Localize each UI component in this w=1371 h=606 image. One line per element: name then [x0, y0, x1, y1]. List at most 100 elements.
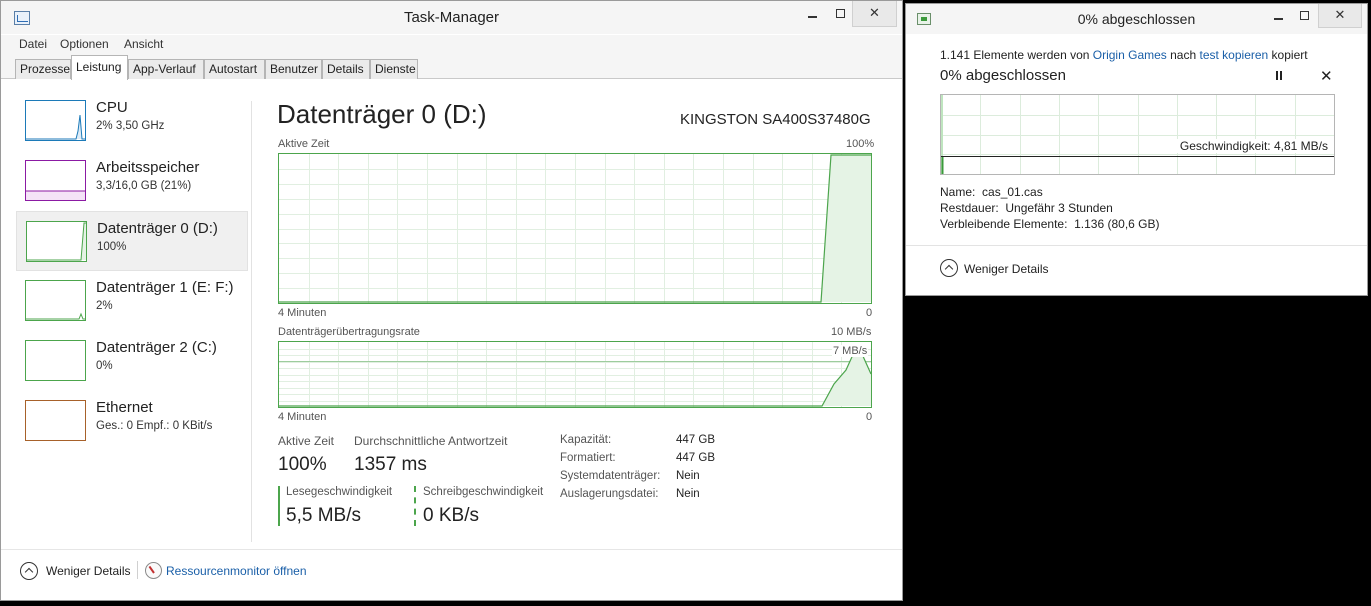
- sidebar-item-ethernet[interactable]: Ethernet Ges.: 0 Empf.: 0 KBit/s: [16, 391, 248, 451]
- source-folder-link[interactable]: Origin Games: [1093, 48, 1167, 62]
- copy-fewer-details-icon[interactable]: [940, 259, 958, 277]
- memory-thumbnail-fill: [26, 191, 85, 200]
- formatted-value: 447 GB: [676, 452, 715, 464]
- menu-datei[interactable]: Datei: [19, 37, 47, 51]
- footer-separator: [137, 561, 138, 579]
- graph1-time-span: 4 Minuten: [278, 307, 327, 319]
- tab-benutzer[interactable]: Benutzer: [265, 59, 322, 79]
- graph2-zero: 0: [866, 411, 873, 423]
- tab-app-verlauf[interactable]: App-Verlauf: [128, 59, 204, 79]
- cancel-copy-icon[interactable]: ✕: [1320, 67, 1333, 85]
- pause-icon[interactable]: [1275, 71, 1284, 81]
- tab-prozesse[interactable]: Prozesse: [15, 59, 71, 79]
- system-disk-label: Systemdatenträger:: [560, 470, 661, 482]
- active-time-value: 100%: [278, 454, 327, 475]
- transfer-rate-graph-svg: [279, 342, 871, 407]
- footer-divider: [1, 549, 902, 550]
- sidebar-item-sub: Ges.: 0 Empf.: 0 KBit/s: [96, 420, 213, 432]
- copy-minimize-button[interactable]: [1266, 4, 1290, 28]
- title-bar[interactable]: Task-Manager ✕: [1, 1, 902, 34]
- system-disk-value: Nein: [676, 470, 700, 482]
- copy-summary: 1.141 Elemente werden von Origin Games n…: [940, 48, 1308, 62]
- response-time-label: Durchschnittliche Antwortzeit: [354, 434, 508, 448]
- sidebar-item-sub: 3,3/16,0 GB (21%): [96, 180, 192, 192]
- active-time-area: [821, 155, 871, 302]
- copy-summary-prefix: 1.141 Elemente werden von: [940, 48, 1093, 62]
- cpu-thumbnail-line: [26, 114, 85, 140]
- tab-autostart[interactable]: Autostart: [204, 59, 265, 79]
- disk-2-thumbnail-graph: [25, 340, 86, 381]
- copy-summary-mid: nach: [1166, 48, 1200, 62]
- sidebar-item-disk-1[interactable]: Datenträger 1 (E: F:) 2%: [16, 271, 248, 331]
- disk-0-thumbnail-line: [27, 222, 86, 261]
- copy-name-label: Name:: [940, 185, 976, 199]
- active-time-label: Aktive Zeit: [278, 434, 335, 448]
- copy-remaining-time-value: Ungefähr 3 Stunden: [1005, 201, 1113, 215]
- tab-leistung[interactable]: Leistung: [71, 55, 128, 80]
- page-title: Datenträger 0 (D:): [277, 99, 487, 129]
- tab-bar: Prozesse Leistung App-Verlauf Autostart …: [1, 55, 902, 80]
- sidebar-item-cpu[interactable]: CPU 2% 3,50 GHz: [16, 91, 248, 151]
- write-speed-value: 0 KB/s: [423, 505, 479, 526]
- sidebar-item-memory[interactable]: Arbeitsspeicher 3,3/16,0 GB (21%): [16, 151, 248, 211]
- fewer-details-icon[interactable]: [20, 562, 38, 580]
- active-time-graph-svg: [279, 154, 871, 303]
- graph2-max: 10 MB/s: [831, 326, 872, 338]
- sidebar-item-disk-0[interactable]: Datenträger 0 (D:) 100%: [16, 211, 248, 271]
- write-speed-label: Schreibgeschwindigkeit: [423, 486, 544, 498]
- sidebar-item-label: CPU: [96, 99, 128, 116]
- copy-speed-graph-svg: [941, 95, 1334, 174]
- copy-close-button[interactable]: ✕: [1318, 4, 1362, 28]
- disk-0-thumbnail-svg: [27, 222, 86, 261]
- graph2-marker-label: 7 MB/s: [832, 345, 869, 357]
- minimize-icon: [807, 15, 817, 18]
- sidebar-item-sub: 100%: [97, 241, 127, 253]
- menu-ansicht[interactable]: Ansicht: [124, 37, 163, 51]
- close-icon: ✕: [1334, 7, 1346, 22]
- sidebar-item-label: Datenträger 1 (E: F:): [96, 279, 234, 296]
- minimize-button[interactable]: [799, 1, 825, 27]
- window-title: Task-Manager: [403, 9, 500, 26]
- tab-dienste[interactable]: Dienste: [370, 59, 418, 79]
- read-speed-indicator: [278, 486, 280, 526]
- destination-folder-link[interactable]: test kopieren: [1200, 48, 1269, 62]
- copy-progress-title: 0% abgeschlossen: [940, 67, 1066, 84]
- copy-fewer-details-button[interactable]: Weniger Details: [964, 262, 1048, 276]
- page-file-value: Nein: [676, 488, 700, 500]
- resource-monitor-icon[interactable]: [145, 562, 162, 579]
- graph1-label: Aktive Zeit: [278, 138, 330, 150]
- copy-name-value: cas_01.cas: [982, 185, 1043, 199]
- sidebar-item-label: Datenträger 0 (D:): [97, 220, 218, 237]
- maximize-icon: [835, 9, 845, 19]
- read-speed-label: Lesegeschwindigkeit: [286, 486, 393, 498]
- sidebar-item-sub: 2% 3,50 GHz: [96, 120, 165, 132]
- disk-model: KINGSTON SA400S37480G: [680, 111, 871, 128]
- sidebar-item-disk-2[interactable]: Datenträger 2 (C:) 0%: [16, 331, 248, 391]
- ethernet-thumbnail-graph: [25, 400, 86, 441]
- capacity-label: Kapazität:: [560, 434, 612, 446]
- open-resource-monitor-link[interactable]: Ressourcenmonitor öffnen: [166, 564, 307, 578]
- memory-thumbnail-svg: [26, 190, 85, 200]
- copy-progress-dialog: 0% abgeschlossen ✕ 1.141 Elemente werden…: [905, 3, 1368, 296]
- copy-remaining-items-value: 1.136 (80,6 GB): [1074, 217, 1160, 231]
- response-time-value: 1357 ms: [354, 454, 427, 475]
- maximize-icon: [1299, 11, 1309, 21]
- tab-details[interactable]: Details: [322, 59, 370, 79]
- close-button[interactable]: ✕: [852, 1, 897, 27]
- fewer-details-button[interactable]: Weniger Details: [46, 564, 130, 578]
- copy-maximize-button[interactable]: [1292, 4, 1316, 28]
- close-icon: ✕: [869, 5, 880, 20]
- graph1-zero: 0: [866, 307, 873, 319]
- maximize-button[interactable]: [827, 1, 853, 27]
- sidebar-item-label: Datenträger 2 (C:): [96, 339, 217, 356]
- graph2-label: Datenträgerübertragungsrate: [278, 326, 420, 338]
- sidebar-item-label: Arbeitsspeicher: [96, 159, 200, 176]
- page-file-label: Auslagerungsdatei:: [560, 488, 659, 500]
- copy-remaining-time-label: Restdauer:: [940, 201, 999, 215]
- minimize-icon: [1273, 17, 1283, 20]
- menu-optionen[interactable]: Optionen: [60, 37, 109, 51]
- copy-title-bar[interactable]: 0% abgeschlossen ✕: [906, 4, 1367, 34]
- read-speed-value: 5,5 MB/s: [286, 505, 361, 526]
- formatted-label: Formatiert:: [560, 452, 616, 464]
- write-speed-indicator: [414, 486, 416, 526]
